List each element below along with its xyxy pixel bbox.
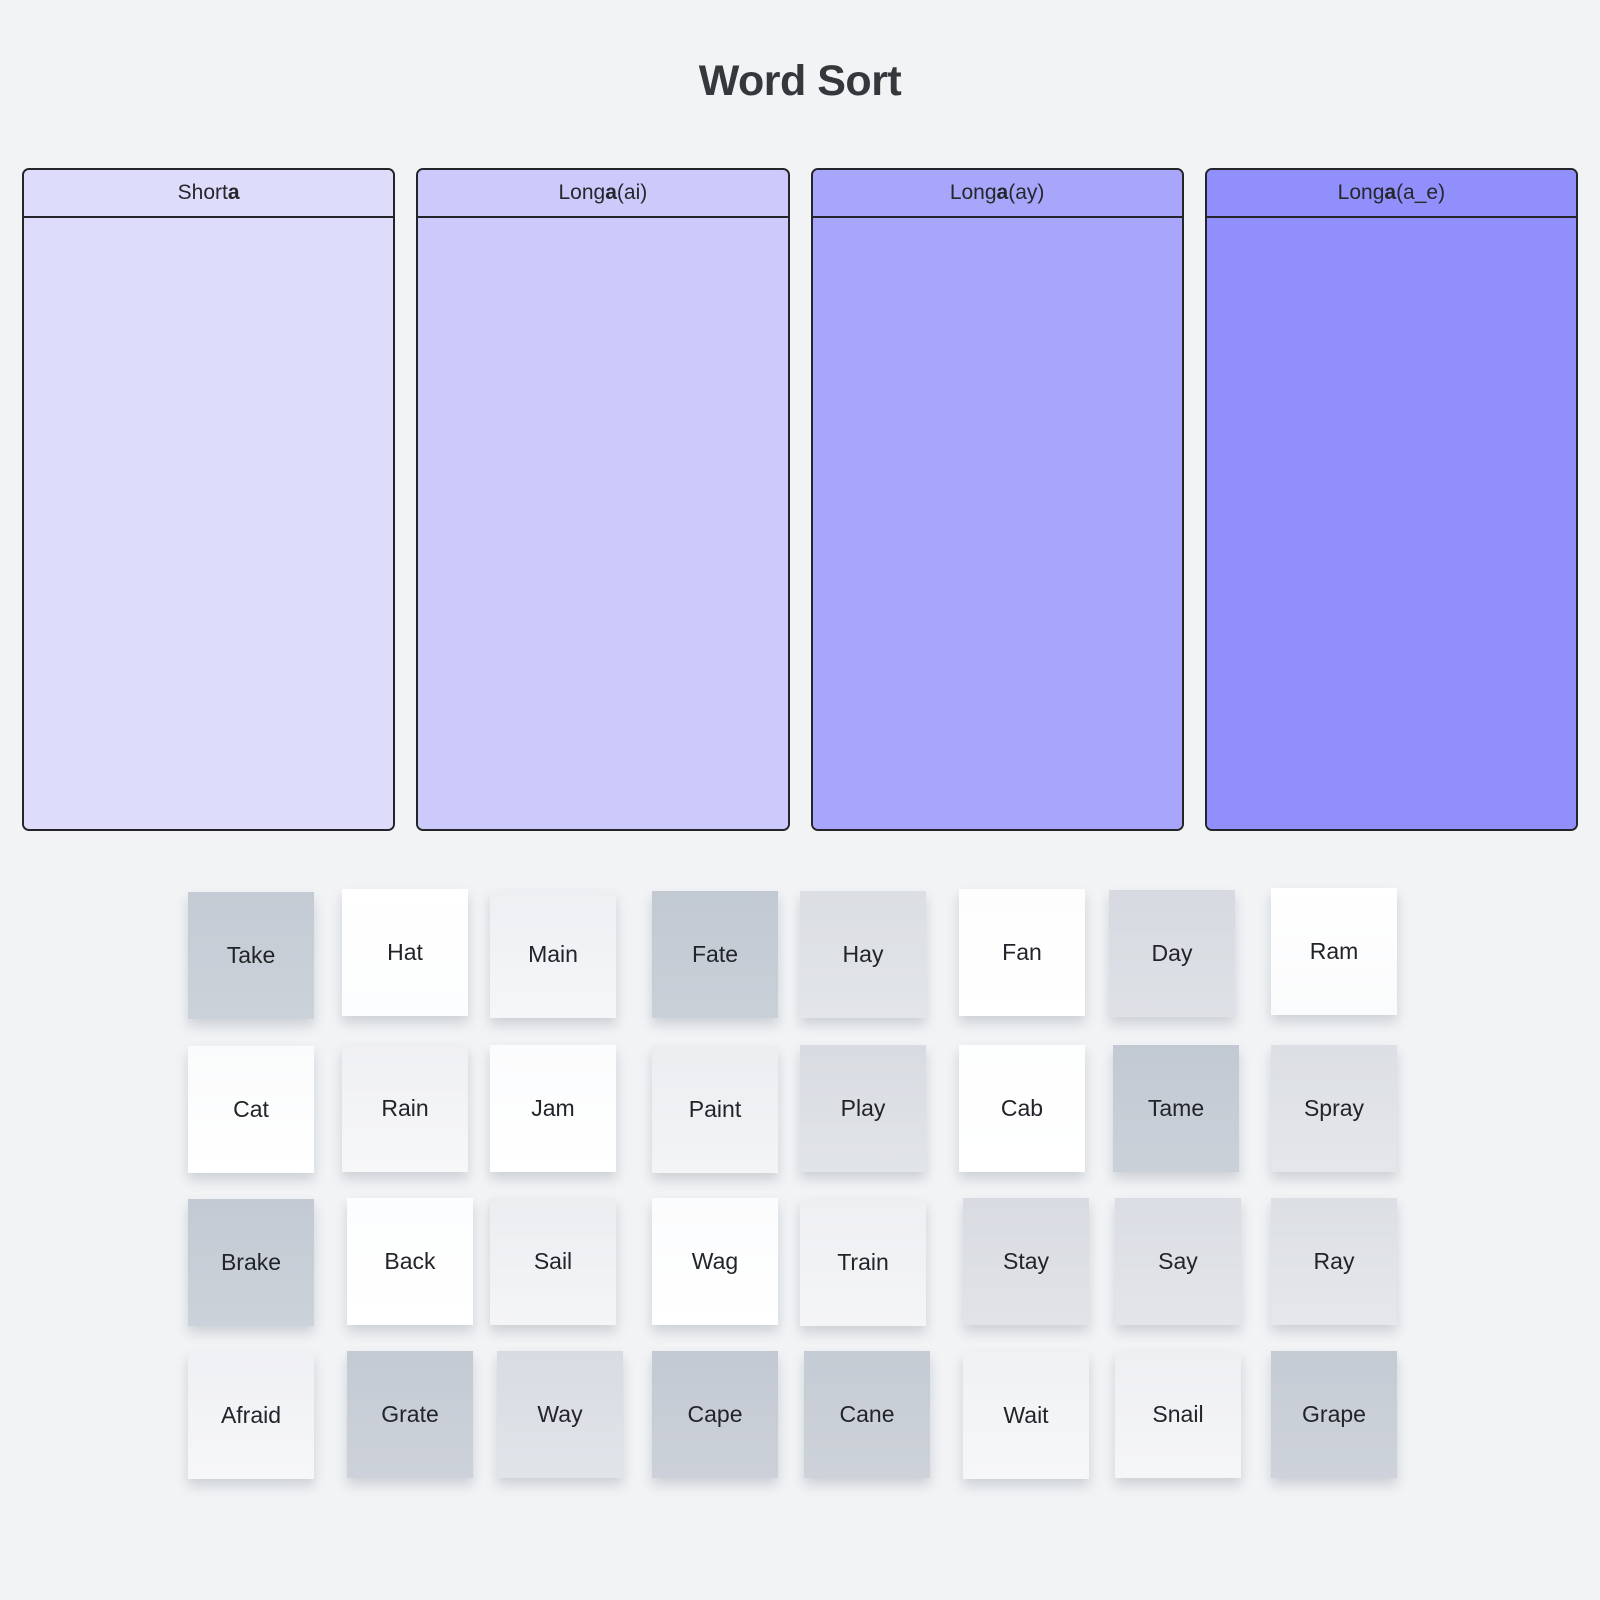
drop-zone-header-1: Long a (ai) <box>418 170 788 218</box>
drop-zone-2[interactable]: Long a (ay) <box>810 168 1184 831</box>
drop-zone-1[interactable]: Long a (ai) <box>416 168 790 831</box>
word-tile[interactable]: Stay <box>963 1198 1089 1325</box>
word-tile[interactable]: Day <box>1109 890 1235 1017</box>
word-tile[interactable]: Ray <box>1271 1198 1397 1325</box>
word-tile[interactable]: Hay <box>800 891 926 1018</box>
zone-label-prefix: Short <box>177 181 228 204</box>
word-tile[interactable]: Back <box>347 1198 473 1325</box>
drop-zone-body-1[interactable] <box>418 218 788 829</box>
word-tile[interactable]: Sail <box>490 1198 616 1325</box>
drop-zone-header-0: Short a <box>24 170 394 218</box>
word-tile[interactable]: Wait <box>963 1352 1089 1479</box>
zone-label-letter: a <box>996 181 1009 204</box>
drop-zone-0[interactable]: Short a <box>22 168 396 831</box>
drop-zone-header-2: Long a (ay) <box>812 170 1182 218</box>
word-tile[interactable]: Fan <box>959 889 1085 1016</box>
drop-zone-header-3: Long a (a_e) <box>1206 170 1576 218</box>
word-tile[interactable]: Cape <box>652 1351 778 1478</box>
word-tile[interactable]: Tame <box>1113 1045 1239 1172</box>
word-tile[interactable]: Take <box>188 892 314 1019</box>
word-tile[interactable]: Afraid <box>188 1352 314 1479</box>
word-tile[interactable]: Spray <box>1271 1045 1397 1172</box>
category-zones: Short a Long a (ai) Long a (ay) Long a (a_e… <box>22 168 1578 831</box>
word-tile[interactable]: Main <box>490 891 616 1018</box>
word-tile[interactable]: Jam <box>490 1045 616 1172</box>
page-title: Word Sort <box>698 57 902 105</box>
word-tile[interactable]: Cat <box>188 1046 314 1173</box>
zone-label-prefix: Long <box>1337 181 1385 204</box>
zone-label-suffix: (ai) <box>616 181 648 204</box>
word-tile[interactable]: Way <box>497 1351 623 1478</box>
drop-zone-body-0[interactable] <box>24 218 394 829</box>
drop-zone-3[interactable]: Long a (a_e) <box>1204 168 1578 831</box>
word-tile[interactable]: Rain <box>342 1045 468 1172</box>
word-tile[interactable]: Fate <box>652 891 778 1018</box>
word-tile[interactable]: Snail <box>1115 1351 1241 1478</box>
word-tile[interactable]: Paint <box>652 1046 778 1173</box>
drop-zone-body-3[interactable] <box>1206 218 1576 829</box>
zone-label-prefix: Long <box>949 181 997 204</box>
zone-label-letter: a <box>1384 181 1397 204</box>
zone-label-suffix: (a_e) <box>1396 181 1446 204</box>
word-tile[interactable]: Play <box>800 1045 926 1172</box>
word-tile[interactable]: Grape <box>1271 1351 1397 1478</box>
word-tile[interactable]: Wag <box>652 1198 778 1325</box>
word-tile[interactable]: Say <box>1115 1198 1241 1325</box>
word-tile[interactable]: Train <box>800 1199 926 1326</box>
zone-label-prefix: Long <box>558 181 606 204</box>
zone-label-suffix: (ay) <box>1008 181 1045 204</box>
zone-label-letter: a <box>227 181 240 204</box>
word-tile[interactable]: Cane <box>804 1351 930 1478</box>
word-tile-tray: Take Hat Main Fate Hay Fan Day Ram Cat Rain Jam Pai… <box>0 872 1600 1572</box>
word-tile[interactable]: Cab <box>959 1045 1085 1172</box>
word-tile[interactable]: Grate <box>347 1351 473 1478</box>
zone-label-letter: a <box>605 181 617 204</box>
word-tile[interactable]: Hat <box>342 889 468 1016</box>
word-tile[interactable]: Ram <box>1271 888 1397 1015</box>
drop-zone-body-2[interactable] <box>812 218 1182 829</box>
word-tile[interactable]: Brake <box>188 1199 314 1326</box>
